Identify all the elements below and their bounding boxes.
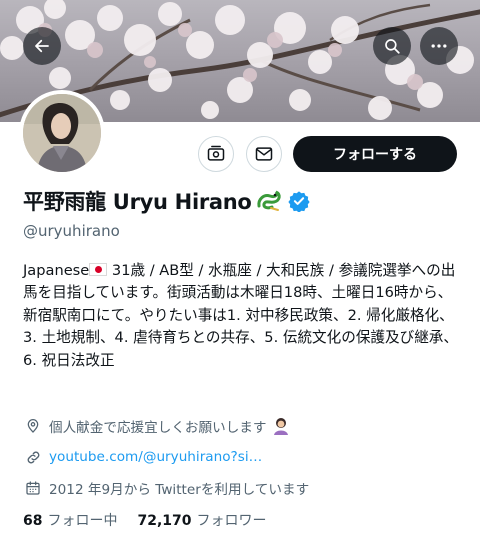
back-button[interactable] <box>23 27 61 65</box>
calendar-icon <box>23 478 43 498</box>
japan-flag-icon <box>89 263 108 276</box>
location-text: 個人献金で応援宜しくお願いします <box>49 420 267 436</box>
bio-text-start: Japanese <box>23 262 90 279</box>
location-pin-icon <box>23 416 43 436</box>
envelope-icon <box>255 147 273 161</box>
following-label: フォロー中 <box>47 513 118 529</box>
arrow-left-icon <box>35 39 49 53</box>
followers-link[interactable]: 72,170 フォロワー <box>137 510 266 530</box>
profile-name-row: 平野雨龍 Uryu Hirano <box>23 186 310 216</box>
woman-bowing-emoji-icon <box>271 416 291 436</box>
avatar-photo <box>23 94 101 172</box>
verified-badge-icon[interactable] <box>287 190 310 212</box>
message-button[interactable] <box>246 136 282 172</box>
avatar[interactable] <box>19 90 105 176</box>
followers-label: フォロワー <box>196 513 267 529</box>
dragon-emoji-icon <box>256 190 282 212</box>
notification-subscribe-icon <box>207 145 225 161</box>
more-horizontal-icon <box>431 44 447 48</box>
follow-button[interactable]: フォローする <box>293 136 457 172</box>
profile-bio: Japanese 31歳 / AB型 / 水瓶座 / 大和民族 / 参議院選挙へ… <box>23 260 463 372</box>
search-icon <box>385 39 400 54</box>
followers-count: 72,170 <box>137 513 192 529</box>
link-icon <box>23 447 43 467</box>
profile-website-row: youtube.com/@uryuhirano?si… <box>23 447 262 467</box>
follow-stats: 68 フォロー中 72,170 フォロワー <box>23 510 267 530</box>
search-button[interactable] <box>373 27 411 65</box>
more-button[interactable] <box>420 27 458 65</box>
profile-joined-row: 2012 年9月から Twitterを利用しています <box>23 478 309 498</box>
joined-date-text: 2012 年9月から Twitterを利用しています <box>49 482 310 498</box>
display-name: 平野雨龍 Uryu Hirano <box>23 190 252 214</box>
subscribe-notifications-button[interactable] <box>198 136 234 172</box>
following-link[interactable]: 68 フォロー中 <box>23 510 117 530</box>
user-handle: @uryuhirano <box>23 222 120 240</box>
website-link[interactable]: youtube.com/@uryuhirano?si… <box>49 449 262 465</box>
profile-location-row: 個人献金で応援宜しくお願いします <box>23 416 291 436</box>
following-count: 68 <box>23 513 43 529</box>
